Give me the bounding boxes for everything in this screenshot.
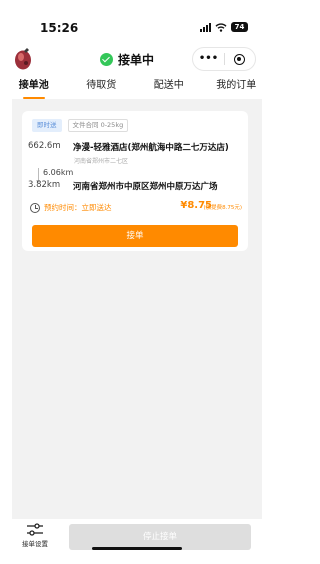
signal-icon xyxy=(200,22,211,32)
tab-bar: 接单池 待取货 配送中 我的订单 xyxy=(0,76,271,99)
dropoff-name: 河南省郑州市中原区郑州中原万达广场 xyxy=(73,182,218,192)
order-card[interactable]: 即时送 文件合同 0-25kg 662.6m 净漫-轻雅酒店(郑州航海中路二七万… xyxy=(22,111,248,251)
tab-delivering[interactable]: 配送中 xyxy=(135,76,203,98)
schedule-row: 预约时间：立即送达 xyxy=(30,202,112,213)
status-time: 15:26 xyxy=(40,21,79,35)
status-title: 接单中 xyxy=(100,51,154,68)
item-spec-badge: 文件合同 0-25kg xyxy=(67,119,129,132)
dropoff-distance: 3.82km xyxy=(28,180,61,190)
price-note: (加提费8.75元) xyxy=(203,205,242,211)
clock-icon xyxy=(30,202,40,213)
status-bar: 15:26 74 xyxy=(0,0,270,40)
route-distance: 6.06km xyxy=(43,168,74,177)
pickup-region: 河南省郑州市二七区 xyxy=(74,158,129,165)
order-settings-button[interactable]: 接单设置 xyxy=(20,523,50,548)
pickup-distance: 662.6m xyxy=(28,141,61,151)
bottom-bar: 接单设置 停止接单 xyxy=(0,520,270,564)
accept-order-button[interactable]: 接单 xyxy=(32,225,238,247)
close-button[interactable] xyxy=(225,53,255,65)
page-title: 接单中 xyxy=(118,53,155,67)
home-indicator xyxy=(92,547,182,550)
tab-label: 我的订单 xyxy=(216,80,257,91)
tab-my-orders[interactable]: 我的订单 xyxy=(203,76,271,98)
more-button[interactable]: ••• xyxy=(193,47,224,71)
app-header: 接单中 ••• xyxy=(0,44,270,76)
tab-label: 接单池 xyxy=(18,80,49,91)
pickup-name: 净漫-轻雅酒店(郑州航海中路二七万达店) xyxy=(73,143,229,153)
mini-program-capsule: ••• xyxy=(192,47,256,71)
sliders-icon xyxy=(27,523,43,536)
order-tags: 即时送 文件合同 0-25kg xyxy=(32,119,129,132)
tab-label: 待取货 xyxy=(86,80,117,91)
check-circle-icon xyxy=(100,53,113,66)
close-target-icon xyxy=(234,53,246,65)
order-pool-list: 即时送 文件合同 0-25kg 662.6m 净漫-轻雅酒店(郑州航海中路二七万… xyxy=(12,99,262,519)
schedule-time: 预约时间：立即送达 xyxy=(44,203,112,212)
tab-order-pool[interactable]: 接单池 xyxy=(0,76,68,99)
wifi-icon xyxy=(215,22,227,32)
status-icons: 74 xyxy=(200,22,248,32)
delivery-type-badge: 即时送 xyxy=(32,119,62,132)
settings-label: 接单设置 xyxy=(22,540,48,548)
battery-icon: 74 xyxy=(231,22,248,32)
tab-to-pickup[interactable]: 待取货 xyxy=(68,76,136,98)
app-logo-icon xyxy=(15,48,31,70)
tab-label: 配送中 xyxy=(153,80,184,91)
